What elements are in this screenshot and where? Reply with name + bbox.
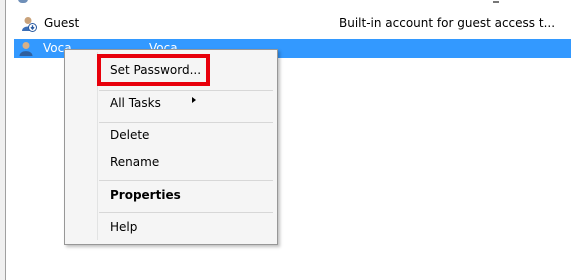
menu-separator (99, 122, 273, 123)
menu-item-delete[interactable]: Delete (110, 124, 149, 146)
menu-separator (99, 212, 273, 213)
annotation-highlight-box (97, 54, 210, 86)
menu-separator (99, 180, 273, 181)
user-name: Guest (44, 16, 80, 30)
user-row-guest[interactable]: Guest Built-in account for guest access … (17, 14, 571, 33)
submenu-arrow-icon (192, 97, 196, 103)
menu-item-all-tasks[interactable]: All Tasks (110, 92, 161, 114)
menu-separator (99, 90, 273, 91)
disabled-user-icon (22, 17, 37, 32)
menu-item-help[interactable]: Help (110, 216, 137, 238)
pane-left-border (0, 0, 6, 280)
cropped-text (493, 0, 499, 3)
menu-item-rename[interactable]: Rename (110, 151, 159, 173)
user-icon (19, 42, 33, 56)
menu-item-properties[interactable]: Properties (110, 184, 181, 206)
user-description: Built-in account for guest access t... (339, 16, 556, 30)
partially-visible-row (13, 0, 563, 3)
user-icon (18, 0, 28, 3)
